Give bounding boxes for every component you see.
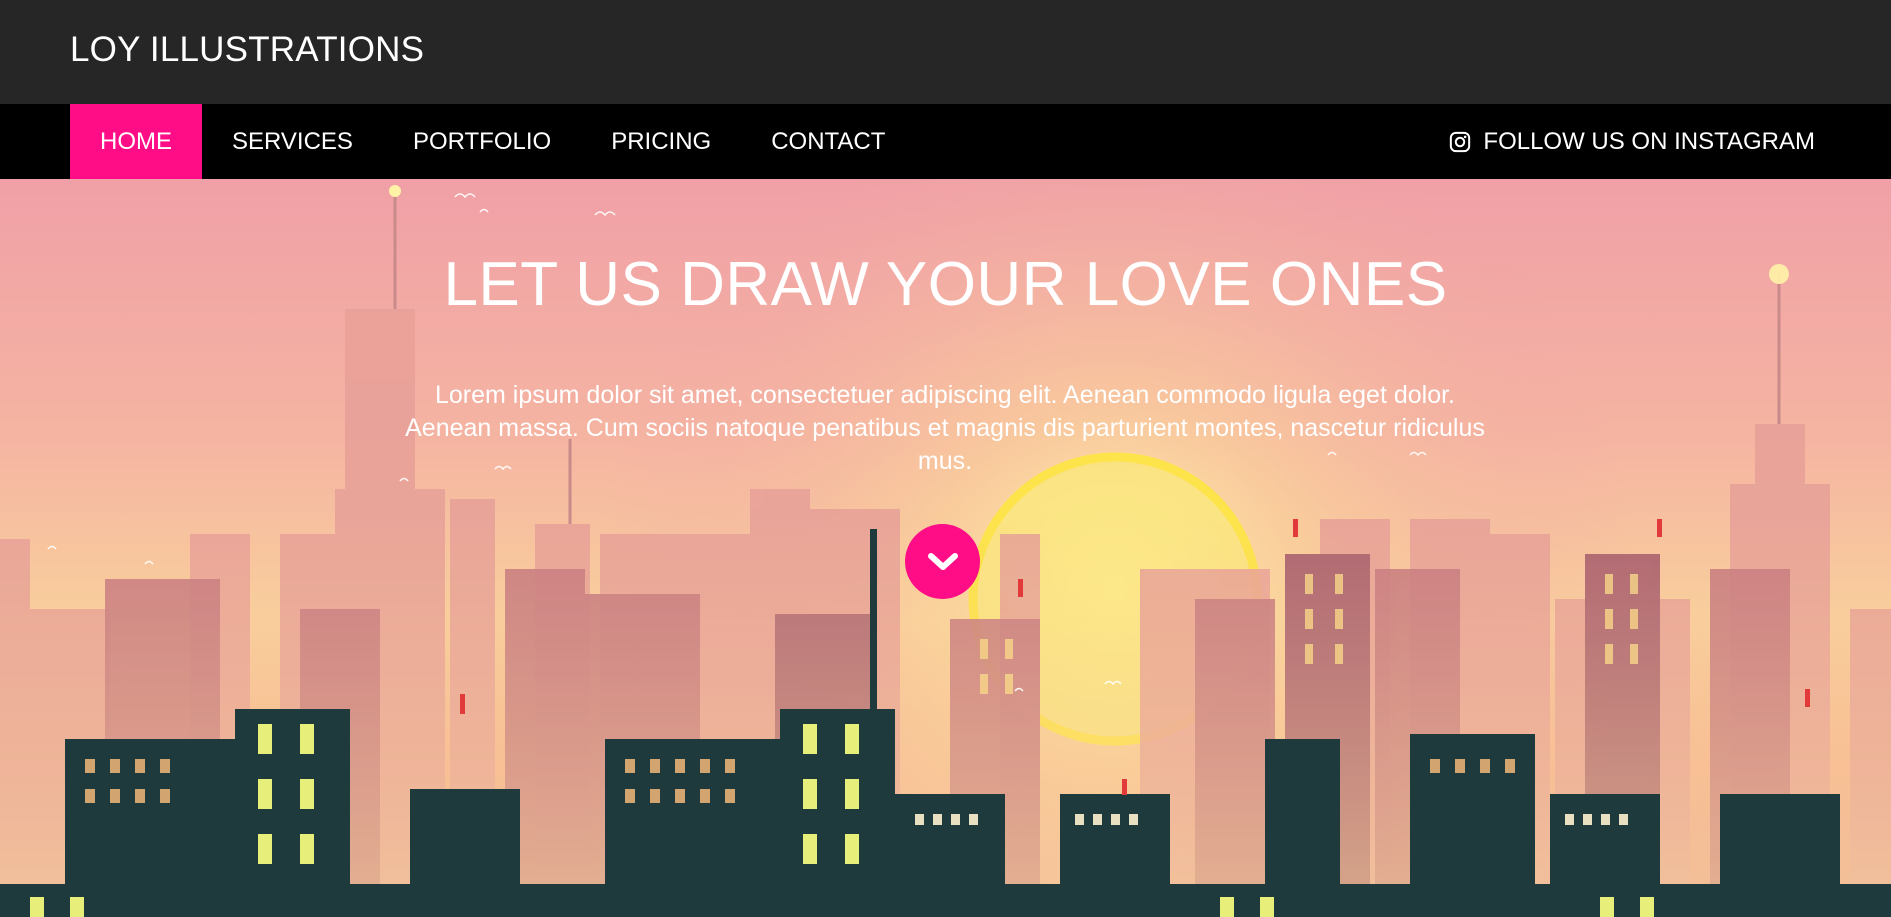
nav-item-home[interactable]: HOME	[70, 104, 202, 179]
nav-list: HOME SERVICES PORTFOLIO PRICING CONTACT	[70, 104, 915, 179]
nav-item-portfolio[interactable]: PORTFOLIO	[383, 104, 581, 179]
instagram-label: FOLLOW US ON INSTAGRAM	[1483, 127, 1815, 155]
hero-description: Lorem ipsum dolor sit amet, consectetuer…	[405, 381, 1485, 475]
top-header: LOY ILLUSTRATIONS	[0, 0, 1891, 104]
brand-title[interactable]: LOY ILLUSTRATIONS	[70, 30, 424, 70]
instagram-follow-link[interactable]: FOLLOW US ON INSTAGRAM	[1449, 104, 1815, 179]
hero-title: LET US DRAW YOUR LOVE ONES	[443, 250, 1448, 319]
nav-item-services[interactable]: SERVICES	[202, 104, 383, 179]
scroll-down-button[interactable]	[905, 524, 980, 599]
instagram-icon	[1450, 131, 1471, 152]
nav-item-contact[interactable]: CONTACT	[741, 104, 915, 179]
nav-item-pricing[interactable]: PRICING	[581, 104, 741, 179]
hero-section: LET US DRAW YOUR LOVE ONES Lorem ipsum d…	[0, 179, 1891, 917]
main-navigation: HOME SERVICES PORTFOLIO PRICING CONTACT …	[0, 104, 1891, 179]
chevron-down-icon	[927, 552, 958, 570]
